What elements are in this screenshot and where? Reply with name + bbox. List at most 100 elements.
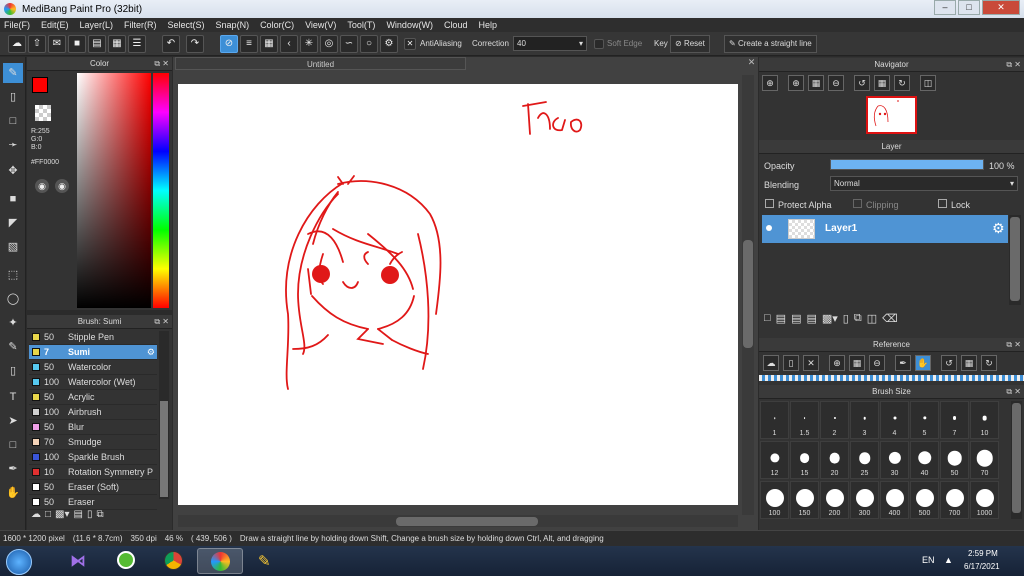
document-tab[interactable]: Untitled [175,57,466,70]
cloud-icon[interactable]: ☁ [8,35,26,53]
gear-icon[interactable]: ⚙ [147,347,155,358]
clock-time[interactable]: 2:59 PM [968,549,998,558]
protect-alpha-checkbox[interactable] [765,199,774,208]
brush-size-cell[interactable]: 15 [790,441,819,479]
duplicate-layer-icon[interactable]: ⧉ [854,312,862,325]
ref-actual-size-icon[interactable]: ▦ [849,355,865,371]
antialiasing-checkbox[interactable]: ✕ [404,38,416,50]
brush-item[interactable]: 50 Eraser (Soft) [29,480,157,495]
brush-size-cell[interactable]: 70 [970,441,999,479]
curve-snap-icon[interactable]: ∽ [340,35,358,53]
panel-expand-icon[interactable]: ⧉ ✕ [1006,338,1021,352]
eraser-tool-icon[interactable]: ▯ [3,87,23,107]
drawing-canvas[interactable] [178,84,738,505]
menu-select[interactable]: Select(S) [168,20,205,30]
circle-snap-icon[interactable]: ◎ [320,35,338,53]
parallel-snap-icon[interactable]: ≡ [240,35,258,53]
brush-item[interactable]: 7 Sumi ⚙ [29,345,157,360]
nav-zoom-fit-icon[interactable]: ⊕ [762,75,778,91]
gradient-tool-icon[interactable]: ▧ [3,237,23,257]
select-eraser-icon[interactable]: ▯ [3,361,23,381]
nav-rotate-right-icon[interactable]: ↻ [894,75,910,91]
lock-checkbox[interactable] [938,199,947,208]
reset-button[interactable]: ⊘ Reset [670,35,710,53]
ref-eyedropper-icon[interactable]: ✒ [895,355,911,371]
brush-size-scroll-thumb[interactable] [1012,403,1021,513]
ref-hand-icon[interactable]: ✋ [915,355,931,371]
lasso-tool-icon[interactable]: ◯ [3,289,23,309]
panel-expand-icon[interactable]: ⧉ ✕ [154,315,169,329]
brush-size-cell[interactable]: 1000 [970,481,999,519]
brush-size-cell[interactable]: 4 [880,401,909,439]
brush-tool-icon[interactable]: ✎ [3,63,23,83]
brush-item[interactable]: 10 Rotation Symmetry P [29,465,157,480]
ref-zoom-out-icon[interactable]: ⊖ [869,355,885,371]
brush-size-cell[interactable]: 7 [940,401,969,439]
brush-size-cell[interactable]: 300 [850,481,879,519]
layer-settings-icon[interactable]: ⚙ [992,220,1005,237]
new-8bit-layer-icon[interactable]: ▤ [791,312,801,325]
brush-size-cell[interactable]: 100 [760,481,789,519]
brush-size-cell[interactable]: 400 [880,481,909,519]
brush-size-cell[interactable]: 3 [850,401,879,439]
select-tool-icon[interactable]: ⬚ [3,265,23,285]
paint-icon[interactable]: ✎ [244,548,290,574]
brush-size-scrollbar[interactable] [1011,401,1022,519]
brush-size-cell[interactable]: 12 [760,441,789,479]
clock-date[interactable]: 6/17/2021 [964,562,1000,571]
layer-visibility-icon[interactable] [766,225,772,231]
brush-size-cell[interactable]: 5 [910,401,939,439]
snap-off-icon[interactable]: ⊘ [220,35,238,53]
menu-view[interactable]: View(V) [305,20,336,30]
menu-help[interactable]: Help [478,20,497,30]
list-icon[interactable]: ☰ [128,35,146,53]
brush-cloud-icon[interactable]: ☁ [31,509,41,520]
minimize-button[interactable]: – [934,0,956,15]
ref-close-icon[interactable]: ✕ [803,355,819,371]
brush-size-cell[interactable]: 30 [880,441,909,479]
delete-layer-icon[interactable]: ⌫ [882,312,898,325]
menu-layer[interactable]: Layer(L) [80,20,114,30]
vanishing-snap-icon[interactable]: ‹ [280,35,298,53]
correction-select[interactable]: 40 ▾ [513,36,587,51]
panel-expand-icon[interactable]: ⧉ ✕ [1006,385,1021,399]
app-green-icon[interactable] [103,548,149,574]
eyedropper-icon[interactable]: ✒ [3,459,23,479]
brush-size-cell[interactable]: 1.5 [790,401,819,439]
brush-item[interactable]: 50 Acrylic [29,390,157,405]
canvas-close-icon[interactable]: ✕ [745,57,758,71]
brush-size-cell[interactable]: 150 [790,481,819,519]
new-halftone-layer-icon[interactable]: ▤ [776,312,786,325]
brush-item[interactable]: 50 Blur [29,420,157,435]
brush-item[interactable]: 100 Airbrush [29,405,157,420]
operation-tool-icon[interactable]: ➤ [3,411,23,431]
ref-reset-icon[interactable]: ▦ [961,355,977,371]
snap-settings-icon[interactable]: ⚙ [380,35,398,53]
visual-studio-icon[interactable]: ⧑ [56,548,102,574]
brush-item[interactable]: 70 Smudge [29,435,157,450]
straight-line-button[interactable]: ✎ Create a straight line [724,35,817,53]
start-button[interactable] [6,549,32,575]
brush-duplicate-icon[interactable]: ⧉ [96,509,103,520]
brush-size-cell[interactable]: 500 [910,481,939,519]
document-icon[interactable]: ▤ [88,35,106,53]
saturation-value-picker[interactable] [77,73,151,308]
hand-tool-icon[interactable]: ✋ [3,483,23,503]
ellipse-snap-icon[interactable]: ○ [360,35,378,53]
add-layer-menu-icon[interactable]: ▩▾ [822,312,838,325]
palette-icon[interactable]: ◉ [35,179,49,193]
nav-zoom-in-icon[interactable]: ⊕ [788,75,804,91]
fill-tool-icon[interactable]: ◤ [3,213,23,233]
move-tool-icon[interactable]: ✥ [3,161,23,181]
merge-layer-icon[interactable]: ◫ [867,312,877,325]
language-indicator[interactable]: EN [922,555,935,565]
layer-scroll-thumb[interactable] [1010,217,1020,301]
brush-scroll-thumb[interactable] [160,401,168,497]
layer-scrollbar[interactable] [1009,215,1021,305]
brush-size-cell[interactable]: 200 [820,481,849,519]
new-brush-icon[interactable]: □ [45,509,51,520]
vertical-scroll-thumb[interactable] [743,240,753,348]
horizontal-scrollbar[interactable] [178,515,738,527]
share-icon[interactable]: ⇧ [28,35,46,53]
blending-select[interactable]: Normal ▾ [830,176,1018,191]
